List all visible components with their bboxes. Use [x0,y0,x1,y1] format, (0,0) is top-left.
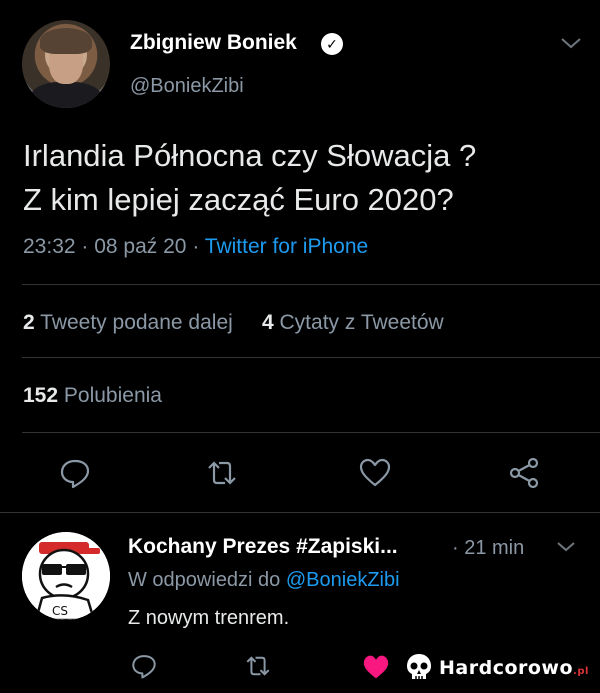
meta-dot: · [81,235,95,258]
watermark: Hardcorowo.pl [439,657,589,679]
tweet-meta: 23:32 · 08 paź 20 · Twitter for iPhone [23,235,368,259]
like-icon[interactable] [358,456,392,490]
retweets-label: Tweety podane dalej [40,311,233,334]
tweet-text-line: Irlandia Północna czy Słowacja ? [23,138,477,173]
divider [22,357,600,358]
watermark-text: Hardcorowo [439,657,574,679]
retweet-icon[interactable] [205,456,239,490]
chevron-down-icon[interactable] [559,36,583,50]
divider [22,432,600,433]
engagement-stats: 2 Tweety podane dalej 4 Cytaty z Tweetów [23,311,444,335]
retweets-stat[interactable]: 2 Tweety podane dalej [23,311,233,334]
skull-logo-icon [407,654,431,679]
reply-icon[interactable] [130,652,158,680]
reply-author-avatar[interactable]: CS [22,532,110,620]
quotes-stat[interactable]: 4 Cytaty z Tweetów [262,311,444,334]
thread-separator [0,512,600,513]
chevron-down-icon[interactable] [555,540,577,553]
reply-time[interactable]: · 21 min [452,537,524,560]
likes-label: Polubienia [63,384,162,407]
reply-text: Z nowym trenrem. [128,607,290,629]
tweet-time: 23:32 [23,235,76,258]
retweets-count: 2 [23,311,35,334]
likes-stat[interactable]: 152 Polubienia [23,384,162,408]
author-handle[interactable]: @BoniekZibi [130,75,244,98]
quotes-count: 4 [261,311,274,334]
share-icon[interactable] [507,456,541,490]
quotes-label: Cytaty z Tweetów [279,311,444,334]
tweet-date: 08 paź 20 [94,235,187,258]
likes-count: 152 [23,384,59,407]
divider [22,284,600,285]
heart-icon[interactable] [362,654,390,680]
tweet-text: Irlandia Północna czy Słowacja ? Z kim l… [23,134,476,222]
meta-dot: · [192,235,205,258]
reply-author-name[interactable]: Kochany Prezes #Zapiski... [128,535,398,559]
retweet-icon[interactable] [244,652,272,680]
replying-to: W odpowiedzi do @BoniekZibi [128,569,400,592]
verified-badge-icon: ✓ [321,33,343,55]
reply-icon[interactable] [58,456,92,490]
tweet-text-line: Z kim lepiej zacząć Euro 2020? [23,182,454,217]
replying-prefix: W odpowiedzi do [128,569,281,591]
author-avatar[interactable] [22,20,110,108]
tweet-source-link[interactable]: Twitter for iPhone [205,235,368,258]
svg-text:CS: CS [52,604,68,618]
watermark-suffix: .pl [573,666,589,677]
author-name[interactable]: Zbigniew Boniek [130,31,297,55]
replying-handle-link[interactable]: @BoniekZibi [286,569,400,591]
